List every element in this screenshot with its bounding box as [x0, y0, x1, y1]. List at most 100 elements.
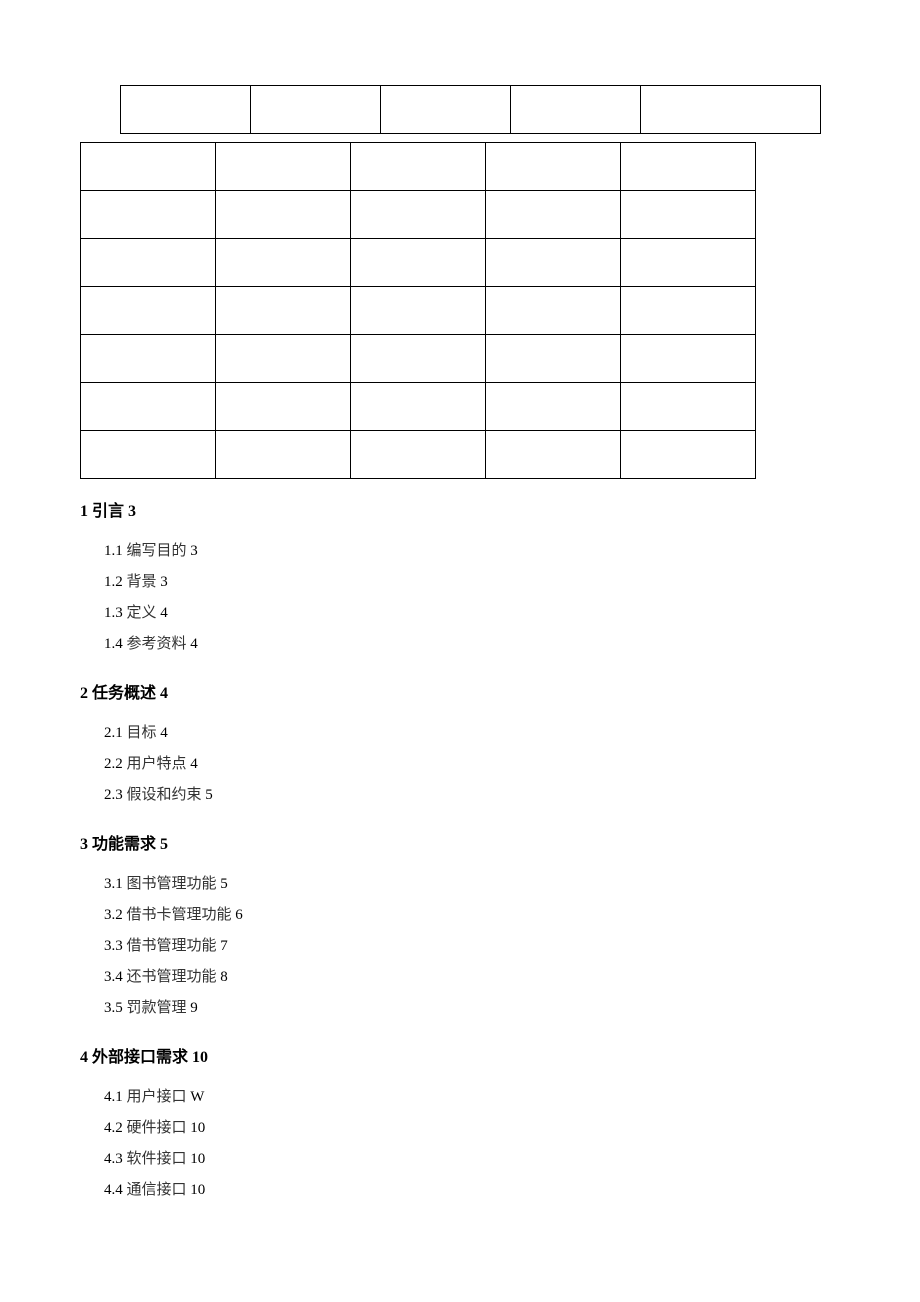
- toc-page: 4: [190, 756, 198, 772]
- table-cell: [621, 383, 756, 431]
- toc-page: 3: [160, 574, 168, 590]
- heading-page: 5: [160, 836, 168, 853]
- table-cell: [216, 143, 351, 191]
- heading-label: 任务概述: [92, 685, 156, 702]
- table-cell: [621, 191, 756, 239]
- header-table-2: [80, 142, 786, 479]
- table-cell: [121, 86, 251, 134]
- table-cell: [511, 86, 641, 134]
- table-cell: [641, 86, 821, 134]
- table-cell: [251, 86, 381, 134]
- table-cell: [381, 86, 511, 134]
- table-cell: [351, 335, 486, 383]
- toc-section-3: 3 功能需求 5 3.1 图书管理功能 5 3.2 借书卡管理功能 6 3.3 …: [80, 830, 840, 1017]
- table-cell: [756, 239, 786, 287]
- toc-item: 4.1 用户接口 W: [80, 1085, 840, 1106]
- section-heading: 4 外部接口需求 10: [80, 1043, 840, 1067]
- toc-label: 定义: [127, 605, 157, 621]
- table-cell: [756, 143, 786, 191]
- toc-num: 4.2: [104, 1120, 123, 1136]
- heading-num: 2: [80, 685, 88, 702]
- table-cell: [81, 191, 216, 239]
- toc-page: 8: [220, 969, 228, 985]
- toc-num: 4.4: [104, 1182, 123, 1198]
- table-cell: [486, 239, 621, 287]
- toc-num: 2.1: [104, 725, 123, 741]
- table-cell: [486, 287, 621, 335]
- toc-label: 参考资料: [127, 636, 187, 652]
- toc-item: 2.3 假设和约束 5: [80, 783, 840, 804]
- table-cell: [81, 431, 216, 479]
- table-cell: [216, 239, 351, 287]
- toc-list: 1.1 编写目的 3 1.2 背景 3 1.3 定义 4 1.4 参考资料 4: [80, 539, 840, 653]
- toc-num: 3.4: [104, 969, 123, 985]
- toc-label: 编写目的: [127, 543, 187, 559]
- table-row: [81, 143, 786, 191]
- toc-num: 3.5: [104, 1000, 123, 1016]
- table-cell: [756, 335, 786, 383]
- toc-item: 1.3 定义 4: [80, 601, 840, 622]
- toc-page: 4: [160, 605, 168, 621]
- toc-page: 5: [220, 876, 228, 892]
- table-cell: [756, 287, 786, 335]
- toc-item: 3.4 还书管理功能 8: [80, 965, 840, 986]
- heading-label: 功能需求: [92, 836, 156, 853]
- table-cell: [216, 287, 351, 335]
- toc-num: 1.1: [104, 543, 123, 559]
- toc-label: 通信接口: [127, 1182, 187, 1198]
- toc-num: 4.3: [104, 1151, 123, 1167]
- table-cell: [81, 143, 216, 191]
- table-cell: [81, 239, 216, 287]
- table-cell: [216, 191, 351, 239]
- toc-label: 用户特点: [127, 756, 187, 772]
- table-cell: [486, 431, 621, 479]
- table-row: [81, 383, 786, 431]
- toc-page: 6: [235, 907, 243, 923]
- table-cell: [351, 239, 486, 287]
- toc-page: 7: [220, 938, 228, 954]
- toc-item: 1.1 编写目的 3: [80, 539, 840, 560]
- toc-item: 2.2 用户特点 4: [80, 752, 840, 773]
- table-cell: [756, 383, 786, 431]
- table-row: [121, 86, 821, 134]
- toc-page: 5: [205, 787, 213, 803]
- toc-num: 2.3: [104, 787, 123, 803]
- toc-page: 4: [190, 636, 198, 652]
- table-cell: [216, 383, 351, 431]
- toc-item: 1.4 参考资料 4: [80, 632, 840, 653]
- toc-num: 1.2: [104, 574, 123, 590]
- section-heading: 2 任务概述 4: [80, 679, 840, 703]
- table-cell: [351, 383, 486, 431]
- toc-item: 4.2 硬件接口 10: [80, 1116, 840, 1137]
- toc-label: 目标: [127, 725, 157, 741]
- table-cell: [621, 287, 756, 335]
- heading-page: 4: [160, 685, 168, 702]
- toc-section-2: 2 任务概述 4 2.1 目标 4 2.2 用户特点 4 2.3 假设和约束 5: [80, 679, 840, 804]
- table-cell: [351, 143, 486, 191]
- table-cell: [351, 431, 486, 479]
- table-cell: [621, 431, 756, 479]
- toc-label: 背景: [127, 574, 157, 590]
- toc-page: W: [190, 1089, 204, 1105]
- table-cell: [81, 287, 216, 335]
- table-cell: [486, 335, 621, 383]
- table-row: [81, 335, 786, 383]
- table-cell: [216, 431, 351, 479]
- toc-section-4: 4 外部接口需求 10 4.1 用户接口 W 4.2 硬件接口 10 4.3 软…: [80, 1043, 840, 1199]
- table-cell: [216, 335, 351, 383]
- header-table-1: [120, 85, 821, 134]
- heading-page: 3: [128, 503, 136, 520]
- table-cell: [756, 431, 786, 479]
- table-row: [81, 191, 786, 239]
- table-cell: [81, 383, 216, 431]
- table-row: [81, 287, 786, 335]
- table-cell: [756, 191, 786, 239]
- toc-section-1: 1 引言 3 1.1 编写目的 3 1.2 背景 3 1.3 定义 4 1.4 …: [80, 497, 840, 653]
- toc-item: 4.4 通信接口 10: [80, 1178, 840, 1199]
- toc-label: 借书管理功能: [127, 938, 217, 954]
- table-cell: [621, 143, 756, 191]
- toc-num: 3.1: [104, 876, 123, 892]
- toc-num: 3.2: [104, 907, 123, 923]
- toc-page: 4: [160, 725, 168, 741]
- toc-page: 10: [190, 1182, 205, 1198]
